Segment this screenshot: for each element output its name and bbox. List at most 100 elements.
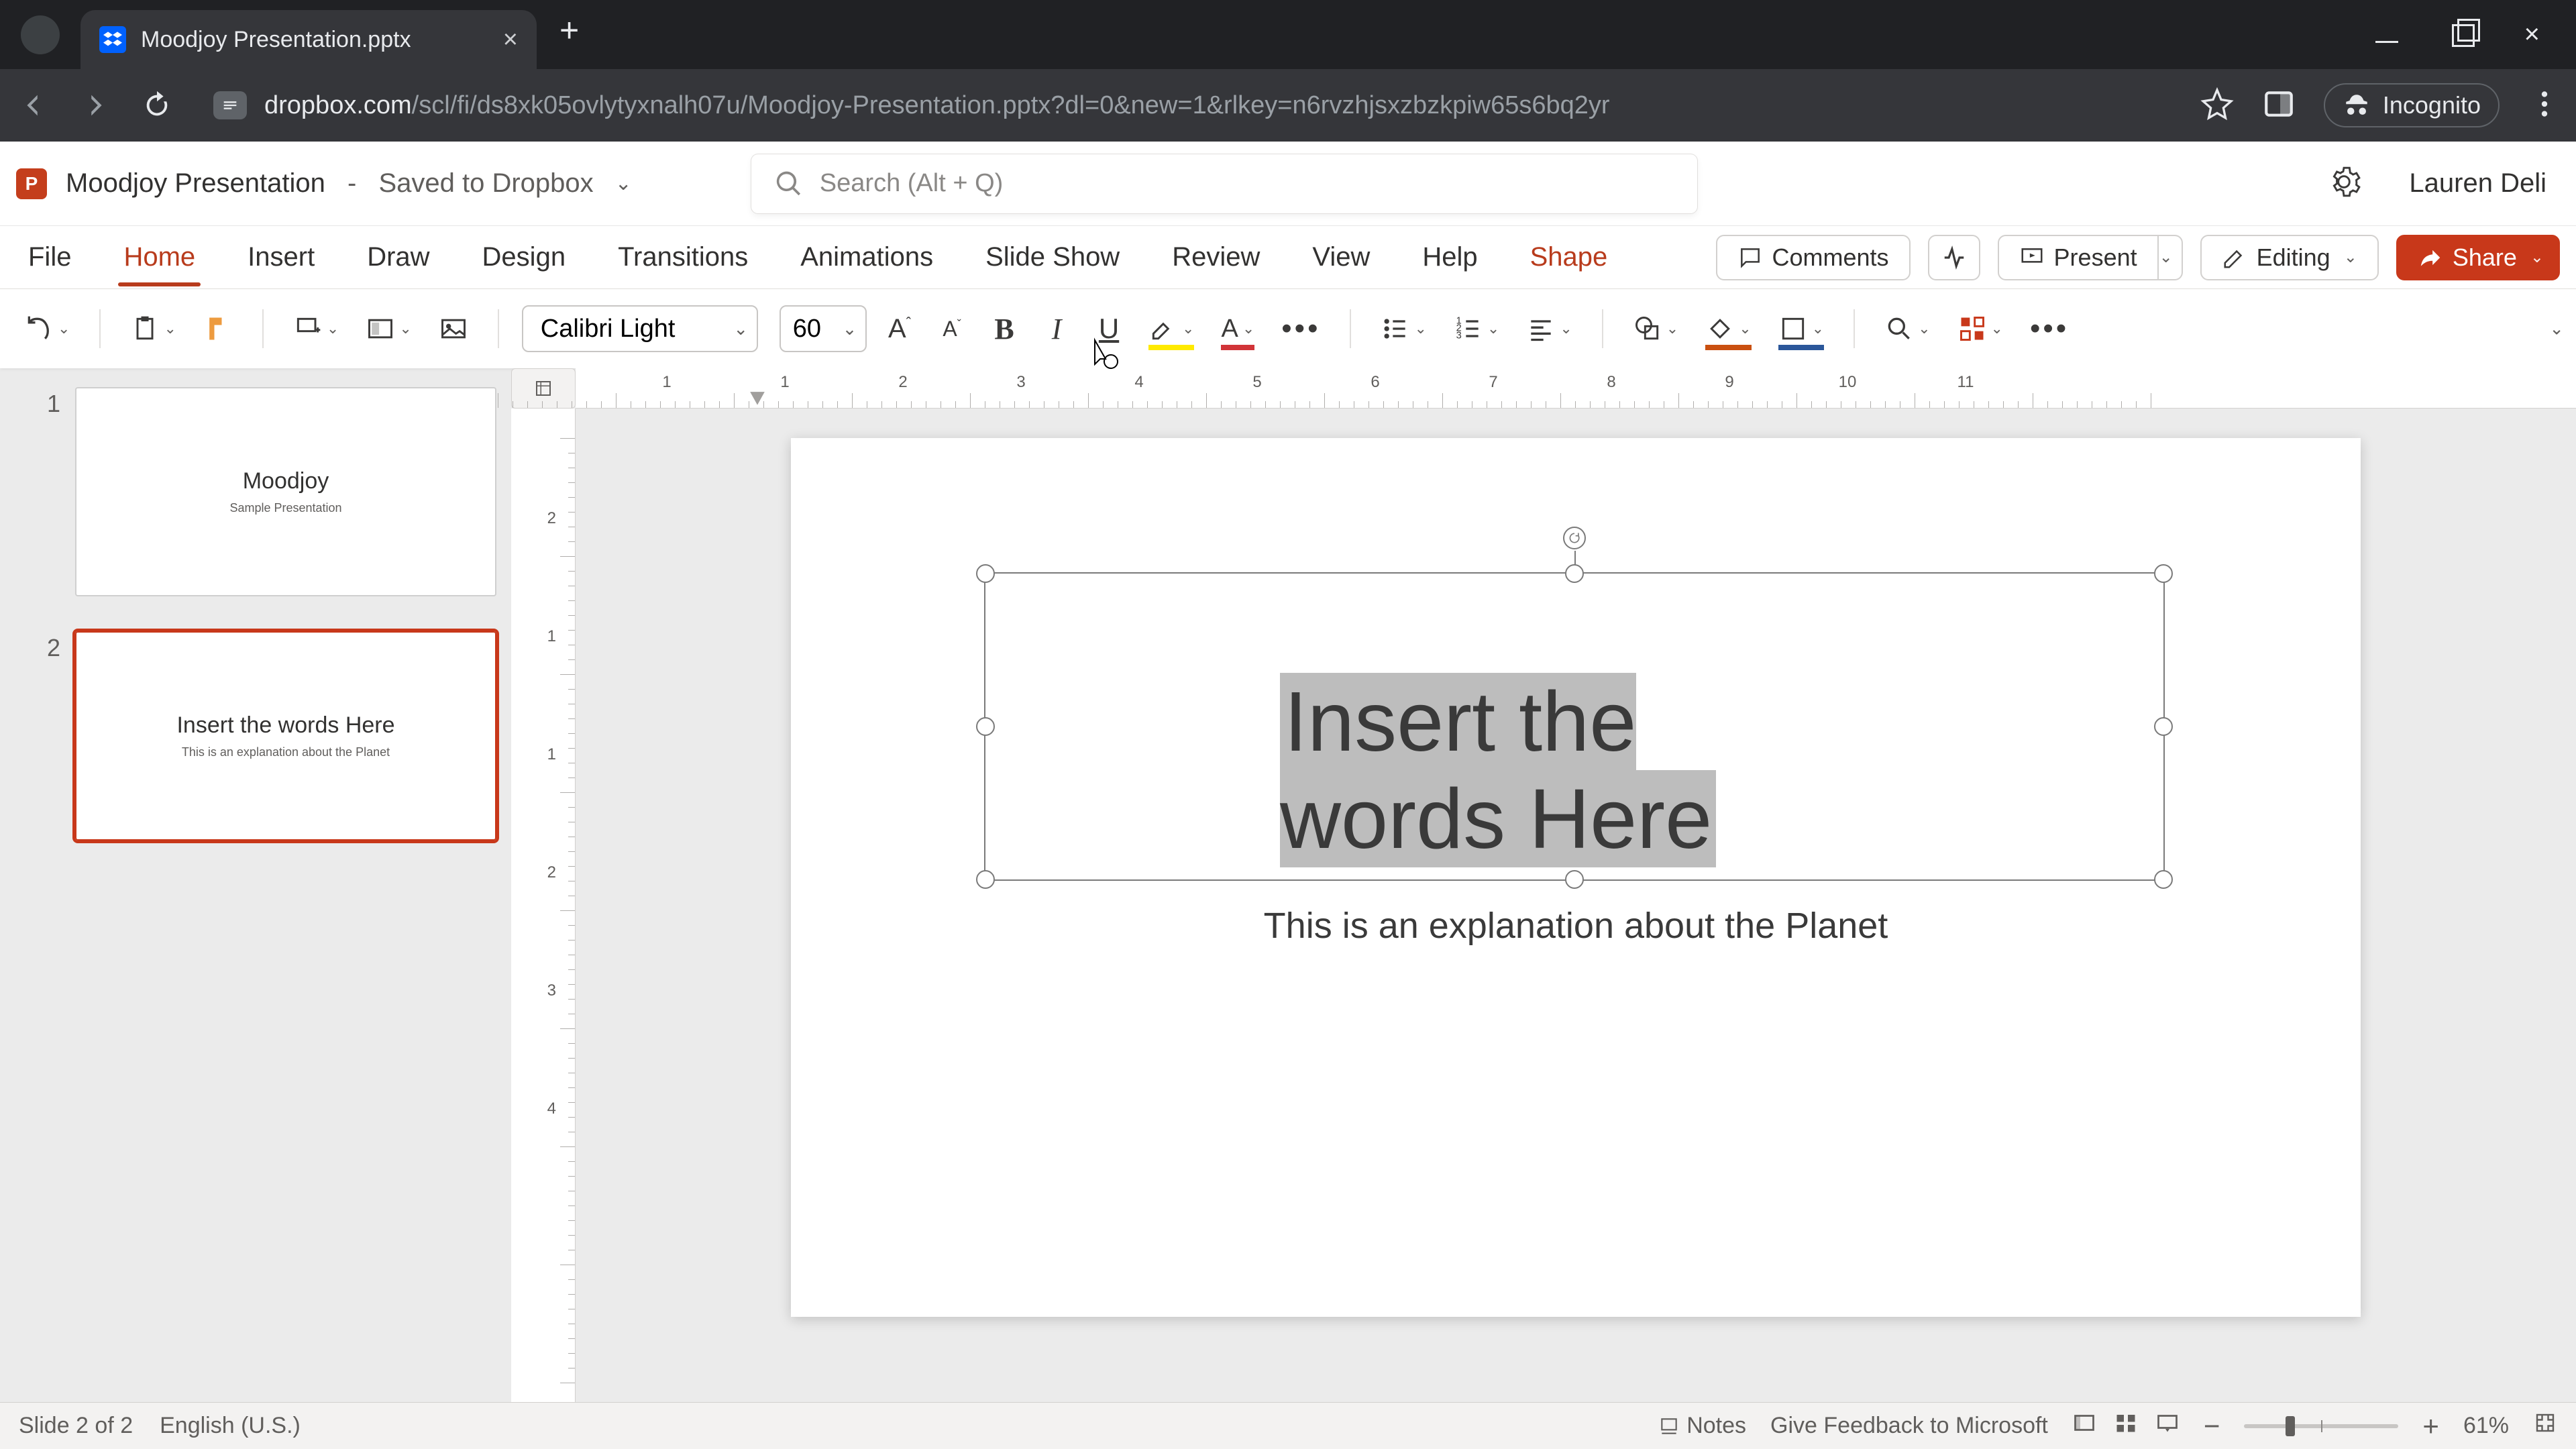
document-title[interactable]: Moodjoy Presentation xyxy=(66,168,325,199)
language-status[interactable]: English (U.S.) xyxy=(160,1413,301,1439)
title-dropdown-icon[interactable]: ⌄ xyxy=(615,172,632,195)
present-button[interactable]: Present xyxy=(1998,235,2159,280)
omnibox[interactable]: dropbox.com/scl/fi/ds8xk05ovlytyxnalh07u… xyxy=(213,91,2176,120)
slide-counter[interactable]: Slide 2 of 2 xyxy=(19,1413,133,1439)
resize-handle[interactable] xyxy=(976,717,995,736)
thumbnail-title: Insert the words Here xyxy=(176,712,394,739)
nav-reload-button[interactable] xyxy=(138,90,176,121)
shapes-button[interactable]: ⌄ xyxy=(1626,305,1685,353)
slide-canvas[interactable]: Insert the words Here This is an explana… xyxy=(791,438,2361,1317)
ribbon-tab-review[interactable]: Review xyxy=(1167,229,1265,286)
resize-handle[interactable] xyxy=(2154,717,2173,736)
ribbon-tab-help[interactable]: Help xyxy=(1417,229,1483,286)
ribbon-tab-shape[interactable]: Shape xyxy=(1525,229,1613,286)
window-maximize-button[interactable] xyxy=(2452,19,2471,50)
feedback-link[interactable]: Give Feedback to Microsoft xyxy=(1770,1413,2048,1439)
ribbon-tab-design[interactable]: Design xyxy=(477,229,572,286)
tab-close-button[interactable]: × xyxy=(503,27,518,52)
window-close-button[interactable]: × xyxy=(2524,19,2540,50)
notes-toggle[interactable]: Notes xyxy=(1658,1413,1746,1439)
resize-handle[interactable] xyxy=(2154,870,2173,889)
catch-up-button[interactable] xyxy=(1928,235,1980,280)
new-tab-button[interactable]: + xyxy=(537,11,602,59)
resize-handle[interactable] xyxy=(976,870,995,889)
ribbon-tab-file[interactable]: File xyxy=(23,229,76,286)
layout-button[interactable]: ⌄ xyxy=(359,305,418,353)
thumbnail-number: 2 xyxy=(42,631,60,841)
underline-button[interactable]: U xyxy=(1089,305,1128,353)
reading-view-button[interactable] xyxy=(2155,1411,2180,1441)
slide-thumbnail-1[interactable]: 1 Moodjoy Sample Presentation xyxy=(42,387,496,596)
paste-button[interactable]: ⌄ xyxy=(123,305,182,353)
powerpoint-online-app: P Moodjoy Presentation - Saved to Dropbo… xyxy=(0,142,2576,1449)
ribbon-tab-animations[interactable]: Animations xyxy=(795,229,938,286)
shrink-font-button[interactable]: Aˇ xyxy=(932,305,971,353)
italic-button[interactable]: I xyxy=(1037,305,1076,353)
comments-button[interactable]: Comments xyxy=(1716,235,1911,280)
ribbon-tab-draw[interactable]: Draw xyxy=(362,229,435,286)
highlight-color-button[interactable]: ⌄ xyxy=(1142,305,1201,353)
normal-view-button[interactable] xyxy=(2072,1411,2096,1441)
sorter-view-button[interactable] xyxy=(2114,1411,2138,1441)
slide-thumbnail-panel[interactable]: 1 Moodjoy Sample Presentation 2 Insert t… xyxy=(42,368,511,1402)
slide-title-text[interactable]: Insert the words Here xyxy=(1280,673,1869,867)
tab-search-button[interactable] xyxy=(0,0,80,69)
zoom-percent[interactable]: 61% xyxy=(2463,1413,2509,1439)
rotate-handle[interactable] xyxy=(1563,527,1586,549)
ribbon-tab-insert[interactable]: Insert xyxy=(242,229,320,286)
save-status[interactable]: Saved to Dropbox xyxy=(378,168,593,199)
font-color-button[interactable]: A⌄ xyxy=(1214,305,1261,353)
fit-to-window-button[interactable] xyxy=(2533,1411,2557,1441)
ribbon-tab-view[interactable]: View xyxy=(1307,229,1375,286)
shape-fill-button[interactable]: ⌄ xyxy=(1699,305,1758,353)
nav-back-button[interactable] xyxy=(15,90,52,121)
font-family-select[interactable]: Calibri Light ⌄ xyxy=(522,305,758,352)
bold-button[interactable]: B xyxy=(985,305,1024,353)
slide-thumbnail-2[interactable]: 2 Insert the words Here This is an expla… xyxy=(42,631,496,841)
ruler-corner-button[interactable] xyxy=(511,368,576,409)
shape-outline-button[interactable]: ⌄ xyxy=(1772,305,1831,353)
more-commands-button[interactable]: ••• xyxy=(2023,305,2076,353)
browser-tab[interactable]: Moodjoy Presentation.pptx × xyxy=(80,10,537,69)
editing-mode-button[interactable]: Editing ⌄ xyxy=(2200,235,2379,280)
ribbon-tab-slideshow[interactable]: Slide Show xyxy=(980,229,1125,286)
settings-gear-icon[interactable] xyxy=(2327,165,2361,202)
site-info-icon[interactable] xyxy=(213,91,247,119)
picture-button[interactable] xyxy=(432,305,475,353)
browser-menu-icon[interactable] xyxy=(2528,87,2561,124)
find-button[interactable]: ⌄ xyxy=(1878,305,1937,353)
slide-subtitle-text[interactable]: This is an explanation about the Planet xyxy=(1264,905,1888,947)
share-button[interactable]: Share ⌄ xyxy=(2396,235,2560,280)
bullets-button[interactable]: ⌄ xyxy=(1374,305,1433,353)
bookmark-star-icon[interactable] xyxy=(2200,87,2234,124)
ribbon-tab-home[interactable]: Home xyxy=(118,229,201,286)
ribbon-tab-strip: File Home Insert Draw Design Transitions… xyxy=(0,226,2576,289)
resize-handle[interactable] xyxy=(976,564,995,583)
resize-handle[interactable] xyxy=(1565,870,1584,889)
resize-handle[interactable] xyxy=(2154,564,2173,583)
title-textbox-selection[interactable]: Insert the words Here xyxy=(984,572,2165,881)
designer-button[interactable]: ⌄ xyxy=(1951,305,2010,353)
horizontal-ruler[interactable]: 11234567891011 xyxy=(576,368,2576,409)
zoom-in-button[interactable]: + xyxy=(2422,1410,2439,1442)
numbering-button[interactable]: 123⌄ xyxy=(1447,305,1506,353)
format-painter-button[interactable] xyxy=(197,305,239,353)
ribbon-collapse-icon[interactable]: ⌄ xyxy=(2549,319,2564,339)
new-slide-button[interactable]: ⌄ xyxy=(286,305,345,353)
present-dropdown-button[interactable]: ⌄ xyxy=(2151,235,2183,280)
vertical-ruler[interactable]: 211234 xyxy=(511,409,576,1402)
more-font-options-button[interactable]: ••• xyxy=(1275,305,1327,353)
font-size-select[interactable]: 60 ⌄ xyxy=(780,305,867,352)
undo-button[interactable]: ⌄ xyxy=(17,305,76,353)
zoom-out-button[interactable]: − xyxy=(2204,1410,2220,1442)
ribbon-tab-transitions[interactable]: Transitions xyxy=(612,229,753,286)
incognito-chip[interactable]: Incognito xyxy=(2324,83,2500,127)
user-name[interactable]: Lauren Deli xyxy=(2409,168,2546,199)
search-box[interactable]: Search (Alt + Q) xyxy=(751,154,1697,213)
resize-handle[interactable] xyxy=(1565,564,1584,583)
zoom-slider[interactable] xyxy=(2244,1424,2398,1428)
window-minimize-button[interactable] xyxy=(2375,19,2398,50)
side-panel-icon[interactable] xyxy=(2262,87,2296,124)
align-button[interactable]: ⌄ xyxy=(1519,305,1578,353)
grow-font-button[interactable]: Aˆ xyxy=(880,305,919,353)
